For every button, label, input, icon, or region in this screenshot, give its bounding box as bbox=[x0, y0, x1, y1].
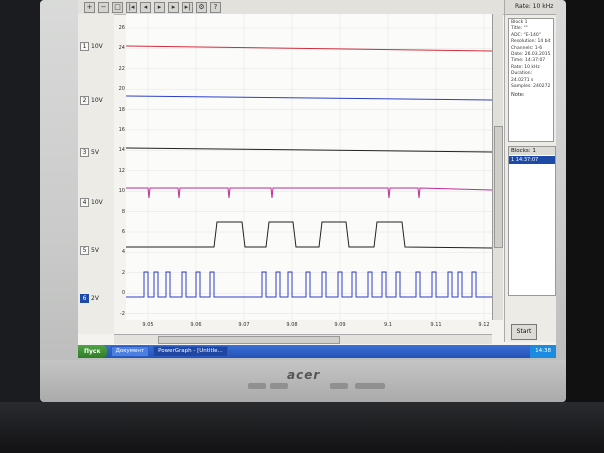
x-tick-label: 9.06 bbox=[190, 322, 202, 328]
prev-icon[interactable]: ◂ bbox=[140, 1, 151, 13]
x-tick-label: 9.08 bbox=[286, 322, 298, 328]
monitor-button[interactable] bbox=[270, 383, 288, 389]
x-tick-label: 9.1 bbox=[384, 322, 392, 328]
trace-channel-2 bbox=[125, 95, 493, 101]
y-tick-label: 16 bbox=[118, 127, 125, 133]
trace-channel-5 bbox=[126, 221, 493, 249]
help-icon[interactable]: ? bbox=[210, 1, 221, 13]
taskbar-item-powergraph[interactable]: PowerGraph - [Untitle... bbox=[153, 346, 228, 357]
info-panel: Rate: 10 kHz Block 1 Title: "" ADC: "E-140… bbox=[504, 0, 556, 342]
y-tick-label: 10 bbox=[118, 188, 125, 195]
settings-icon[interactable]: ⚙ bbox=[196, 1, 207, 13]
channel-label-4[interactable]: 4 10V bbox=[80, 198, 103, 207]
channel-label-3[interactable]: 3 5V bbox=[80, 148, 99, 157]
channel-number[interactable]: 5 bbox=[80, 246, 89, 255]
channel-label-5[interactable]: 5 5V bbox=[80, 246, 99, 255]
trace-channel-4 bbox=[126, 187, 493, 199]
channel-label-6[interactable]: 6 2V bbox=[80, 294, 99, 303]
desk-background bbox=[0, 402, 604, 453]
trace-channel-3 bbox=[125, 147, 493, 153]
rate-label: Rate: 10 kHz bbox=[505, 0, 556, 15]
y-tick-label: 12 bbox=[118, 167, 125, 174]
channel-number[interactable]: 3 bbox=[80, 148, 89, 157]
x-tick-label: 9.05 bbox=[142, 322, 154, 328]
scroll-thumb[interactable] bbox=[158, 336, 340, 344]
zoom-out-icon[interactable]: − bbox=[98, 1, 109, 13]
blocks-header: Blocks: 1 bbox=[509, 147, 555, 155]
next-icon[interactable]: ▸ bbox=[168, 1, 179, 13]
info-line: Resolution: 14 bit bbox=[511, 39, 551, 45]
y-tick-label: 4 bbox=[121, 249, 125, 256]
monitor-brand-logo: acer bbox=[287, 368, 321, 382]
channel-number[interactable]: 2 bbox=[80, 96, 89, 105]
zoom-in-icon[interactable]: + bbox=[84, 1, 95, 13]
y-tick-label: 18 bbox=[118, 106, 125, 113]
vertical-scrollbar[interactable] bbox=[492, 14, 503, 320]
taskbar: Пуск Документ PowerGraph - [Untitle... 1… bbox=[78, 345, 556, 358]
x-tick-label: 9.11 bbox=[430, 322, 442, 328]
vertical-scroll-thumb[interactable] bbox=[494, 126, 503, 248]
start-button[interactable]: Start bbox=[511, 324, 537, 340]
oscilloscope-plot[interactable] bbox=[125, 14, 533, 320]
plot-svg bbox=[125, 14, 533, 320]
background-right bbox=[566, 0, 604, 453]
info-line: Samples: 240272 bbox=[511, 84, 551, 90]
taskbar-item-document[interactable]: Документ bbox=[110, 346, 150, 357]
channel-volts: 10V bbox=[91, 43, 103, 50]
block-info: Block 1 Title: "" ADC: "E-140" Resolution: … bbox=[508, 18, 554, 142]
monitor-power-button[interactable] bbox=[355, 383, 385, 389]
block-row[interactable]: 1 14:37:07 bbox=[509, 156, 555, 164]
y-tick-label: -2 bbox=[120, 310, 125, 317]
toolbar: + − □ |◂ ◂ ▸ ▸ ▸| ⚙? bbox=[78, 0, 510, 15]
info-line: Time: 14:37:07 bbox=[511, 58, 546, 64]
channel-volts: 10V bbox=[91, 199, 103, 206]
y-tick-label: 24 bbox=[118, 45, 125, 52]
channel-number[interactable]: 6 bbox=[80, 294, 89, 303]
last-icon[interactable]: ▸| bbox=[182, 1, 193, 13]
channel-label-1[interactable]: 1 10V bbox=[80, 42, 103, 51]
taskbar-clock: 14:38 bbox=[530, 345, 556, 358]
y-tick-label: 26 bbox=[118, 25, 125, 31]
y-tick-label: 14 bbox=[118, 147, 125, 154]
monitor-button[interactable] bbox=[330, 383, 348, 389]
note-label: Note: bbox=[511, 92, 525, 99]
start-menu-button[interactable]: Пуск bbox=[78, 345, 107, 358]
channel-label-2[interactable]: 2 10V bbox=[80, 96, 103, 105]
monitor-button[interactable] bbox=[248, 383, 266, 389]
play-icon[interactable]: ▸ bbox=[154, 1, 165, 13]
channel-volts: 5V bbox=[91, 247, 99, 254]
channel-volts: 10V bbox=[91, 97, 103, 104]
y-tick-label: 20 bbox=[118, 86, 125, 93]
x-tick-label: 9.09 bbox=[334, 322, 346, 328]
channel-number[interactable]: 4 bbox=[80, 198, 89, 207]
x-axis: 9.05 9.06 9.07 9.08 9.09 9.1 9.11 9.12 bbox=[126, 320, 492, 334]
channel-number[interactable]: 1 bbox=[80, 42, 89, 51]
screen: + − □ |◂ ◂ ▸ ▸ ▸| ⚙? 1 10V 2 10V 3 5V 4 10V 5 5V 6 2V 26 24 2… bbox=[78, 0, 556, 358]
y-tick-label: 8 bbox=[121, 208, 125, 215]
blocks-list[interactable]: Blocks: 1 1 14:37:07 bbox=[508, 146, 556, 296]
zoom-fit-icon[interactable]: □ bbox=[112, 1, 123, 13]
y-tick-label: 6 bbox=[121, 229, 125, 235]
channel-volts: 5V bbox=[91, 149, 99, 156]
channel-volts: 2V bbox=[91, 295, 99, 302]
x-tick-label: 9.07 bbox=[238, 322, 250, 328]
first-icon[interactable]: |◂ bbox=[126, 1, 137, 13]
x-tick-label: 9.12 bbox=[478, 322, 490, 328]
channel-labels: 1 10V 2 10V 3 5V 4 10V 5 5V 6 2V bbox=[78, 14, 114, 334]
y-tick-label: 22 bbox=[118, 65, 125, 72]
y-tick-label: 2 bbox=[121, 269, 125, 276]
horizontal-scrollbar[interactable] bbox=[114, 334, 492, 344]
y-tick-label: 0 bbox=[121, 290, 125, 297]
info-line: Duration: 24.0271 s bbox=[511, 71, 534, 83]
y-axis: 26 24 22 20 18 16 14 12 10 8 6 4 2 0 -2 bbox=[114, 14, 126, 320]
